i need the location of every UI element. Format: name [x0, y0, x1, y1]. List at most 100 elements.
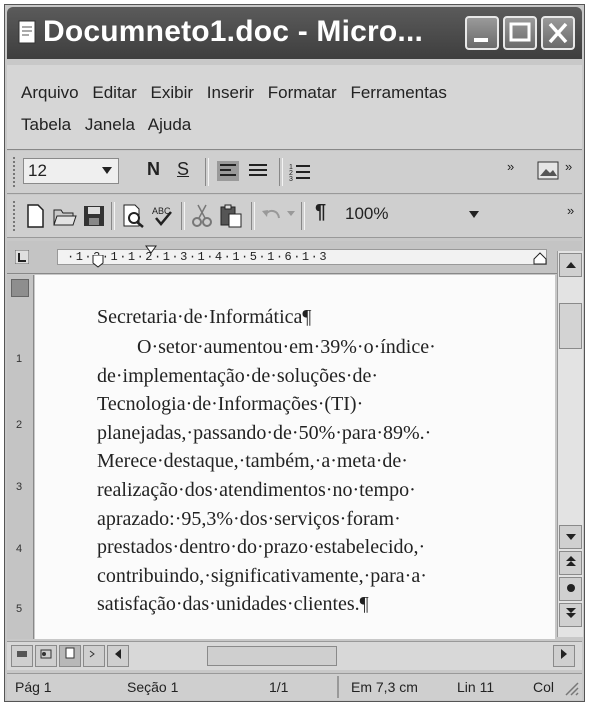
- text-line: satisfação·das·unidades·clientes.¶: [97, 593, 369, 616]
- horizontal-ruler[interactable]: ·1·2·1·1·2·1·3·1·4·1·5·1·6·1·3: [7, 241, 582, 274]
- previous-page-button[interactable]: [559, 551, 582, 575]
- toolbar-separator: [279, 158, 283, 186]
- outline-view-button[interactable]: [83, 645, 105, 667]
- status-section: Seção 1: [127, 679, 179, 695]
- undo-icon[interactable]: [261, 206, 283, 224]
- right-indent-marker-icon[interactable]: [533, 251, 547, 265]
- numbered-list-icon[interactable]: 123: [289, 161, 311, 181]
- toolbar-separator: [205, 158, 209, 186]
- menu-editar[interactable]: Editar: [92, 83, 136, 102]
- status-divider: [337, 676, 339, 698]
- chevron-down-icon[interactable]: [287, 211, 295, 217]
- first-line-indent-marker-icon[interactable]: [145, 245, 157, 255]
- top-margin-marker[interactable]: [11, 279, 29, 297]
- horizontal-scrollbar[interactable]: [7, 641, 582, 670]
- scroll-right-button[interactable]: [553, 645, 575, 667]
- status-column: Col: [533, 679, 555, 695]
- close-icon: [548, 22, 568, 44]
- next-page-button[interactable]: [559, 603, 582, 627]
- vruler-number: 2: [16, 419, 23, 431]
- text-line: aprazado:·95,3%·dos·serviços·foram·: [97, 507, 401, 530]
- word-window: Documneto1.doc - Micro... Arquivo Editar…: [4, 4, 585, 702]
- bold-button[interactable]: N: [147, 159, 160, 180]
- show-formatting-button[interactable]: ¶: [315, 201, 326, 224]
- font-size-field[interactable]: 12: [23, 158, 119, 184]
- justify-icon[interactable]: [247, 161, 269, 181]
- text-line: contribuindo,·significativamente,·para·a…: [97, 564, 427, 587]
- status-bar: Pág 1 Seção 1 1/1 Em 7,3 cm Lin 11 Col: [7, 673, 582, 700]
- toolbar-grip[interactable]: [13, 201, 18, 231]
- arrow-up-icon: [565, 262, 576, 268]
- toolbar-overflow-chevron-icon[interactable]: »: [567, 203, 574, 218]
- normal-view-icon: [17, 651, 27, 657]
- scroll-down-button[interactable]: [559, 525, 582, 549]
- menu-janela[interactable]: Janela: [85, 115, 135, 134]
- menu-inserir[interactable]: Inserir: [207, 83, 254, 102]
- paste-icon[interactable]: [219, 204, 243, 228]
- scroll-up-button[interactable]: [559, 253, 582, 277]
- document-heading: Secretaria·de·Informática¶: [97, 306, 312, 328]
- text-line: planejadas,·passando·de·50%·para·89%.·: [97, 421, 432, 444]
- tab-selector-icon[interactable]: [15, 250, 29, 264]
- resize-grip-icon[interactable]: [563, 680, 579, 696]
- vruler-number: 1: [16, 353, 23, 365]
- cut-icon[interactable]: [191, 204, 213, 228]
- toolbar-separator: [301, 202, 305, 230]
- picture-icon[interactable]: [537, 161, 559, 181]
- menu-arquivo[interactable]: Arquivo: [21, 83, 79, 102]
- maximize-button[interactable]: [503, 16, 537, 50]
- vertical-scroll-thumb[interactable]: [559, 303, 582, 349]
- toolbar-overflow-chevron-icon[interactable]: »: [507, 159, 514, 174]
- status-page: Pág 1: [15, 679, 52, 695]
- scroll-left-button[interactable]: [107, 645, 129, 667]
- vertical-scrollbar[interactable]: [557, 251, 583, 637]
- close-button[interactable]: [541, 16, 575, 50]
- menu-formatar[interactable]: Formatar: [268, 83, 337, 102]
- new-document-icon[interactable]: [25, 204, 45, 228]
- arrow-left-icon: [115, 649, 121, 659]
- ruler-ticks: ·1·2·1·1·2·1·3·1·4·1·5·1·6·1·3: [67, 250, 329, 264]
- vruler-number: 4: [16, 543, 23, 555]
- spelling-icon[interactable]: ABC: [151, 204, 175, 228]
- menu-ferramentas[interactable]: Ferramentas: [350, 83, 446, 102]
- text-line: O·setor·aumentou·em·39%·o·índice·: [97, 336, 436, 358]
- normal-view-button[interactable]: [11, 645, 33, 667]
- select-browse-object-button[interactable]: [559, 577, 582, 601]
- open-folder-icon[interactable]: [53, 205, 77, 227]
- font-size-value: 12: [28, 161, 47, 180]
- minimize-icon: [474, 38, 488, 42]
- text-line: prestados·dentro·do·prazo·estabelecido,·: [97, 536, 426, 559]
- menu-exibir[interactable]: Exibir: [151, 83, 194, 102]
- status-page-count: 1/1: [269, 679, 289, 695]
- left-indent-marker-icon[interactable]: [91, 255, 105, 271]
- print-preview-icon[interactable]: [121, 204, 145, 228]
- print-layout-view-button[interactable]: [59, 645, 81, 667]
- vertical-ruler: 1 2 3 4 5: [7, 275, 34, 639]
- maximize-icon: [509, 22, 531, 42]
- double-arrow-down-icon: [565, 608, 576, 618]
- toolbar-separator: [111, 202, 115, 230]
- menu-ajuda[interactable]: Ajuda: [148, 115, 191, 134]
- underline-button[interactable]: S: [177, 159, 189, 180]
- title-bar[interactable]: Documneto1.doc - Micro...: [7, 7, 582, 59]
- horizontal-scroll-thumb[interactable]: [207, 646, 337, 666]
- chevron-down-icon: [102, 167, 112, 174]
- formatting-toolbar: 12 N S 123 » »: [7, 151, 582, 194]
- toolbar-grip[interactable]: [13, 157, 18, 187]
- menu-tabela[interactable]: Tabela: [21, 115, 71, 134]
- toolbar-overflow-chevron-icon[interactable]: »: [565, 159, 572, 174]
- outline-view-icon: [89, 650, 95, 658]
- text-line: de·implementação·de·soluções·de·: [97, 364, 378, 387]
- align-left-icon[interactable]: [217, 161, 239, 181]
- minimize-button[interactable]: [465, 16, 499, 50]
- web-layout-view-button[interactable]: [35, 645, 57, 667]
- arrow-down-icon: [565, 534, 576, 540]
- toolbar-separator: [251, 202, 255, 230]
- document-area[interactable]: Secretaria·de·Informática¶ O·setor·aumen…: [35, 275, 555, 639]
- text-line: Merece·destaque,·também,·a·meta·de·: [97, 450, 408, 473]
- zoom-field[interactable]: 100%: [341, 202, 481, 228]
- status-line: Lin 11: [457, 679, 495, 695]
- zoom-value: 100%: [345, 204, 389, 223]
- save-icon[interactable]: [83, 205, 105, 227]
- vruler-number: 3: [16, 481, 23, 493]
